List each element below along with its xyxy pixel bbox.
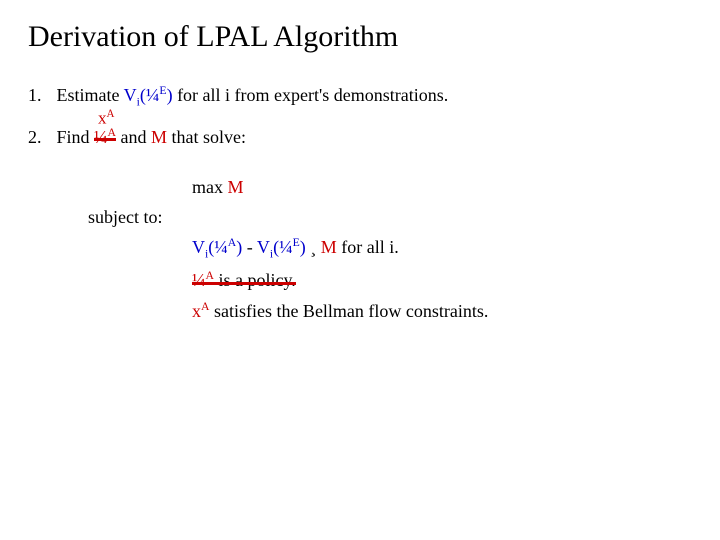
step-2-and: and [116, 127, 151, 147]
subject-to: subject to: [88, 204, 692, 230]
xA-A: A [107, 108, 115, 120]
optimization-block: max M subject to: Vi(¼A) - Vi(¼E) ¸ M fo… [88, 174, 692, 324]
step-1: 1. Estimate Vi(¼E) for all i from expert… [28, 82, 692, 112]
c1-piE-E: E [293, 236, 300, 249]
slide: Derivation of LPAL Algorithm 1. Estimate… [0, 0, 720, 348]
step-2: xA 2. Find ¼A and M that solve: [28, 124, 692, 150]
body: 1. Estimate Vi(¼E) for all i from expert… [28, 82, 692, 324]
M-var: M [151, 127, 167, 147]
step-2-num: 2. [28, 124, 52, 150]
c2-piA-A: A [206, 269, 214, 282]
strike-piA: ¼A [94, 124, 116, 150]
c1-minus: - [242, 237, 257, 257]
piA-term: ¼A [94, 127, 116, 147]
step-1-num: 1. [28, 82, 52, 108]
c1-V2: V [257, 237, 270, 257]
Vi-piA: Vi(¼A) [192, 237, 242, 257]
constraint-1: Vi(¼A) - Vi(¼E) ¸ M for all i. [192, 234, 692, 264]
piA-A: A [108, 126, 116, 139]
step-2-pre: Find [57, 127, 95, 147]
obj-M: M [228, 177, 244, 197]
step-2-post: that solve: [167, 127, 246, 147]
pi-E: ¼ [146, 85, 160, 105]
V-letter: V [124, 85, 137, 105]
page-title: Derivation of LPAL Algorithm [28, 20, 692, 54]
pi-E-sup: E [159, 84, 166, 97]
c3-xA-x: x [192, 301, 201, 321]
constraints: Vi(¼A) - Vi(¼E) ¸ M for all i. ¼A is a p… [192, 234, 692, 324]
c1-forall: for all i. [337, 237, 399, 257]
step-1-post: for all i from expert's demonstrations. [173, 85, 449, 105]
constraint-2: ¼A is a policy. [192, 267, 692, 293]
c3-xA: xA [192, 301, 209, 321]
c2-piA: ¼A [192, 270, 214, 290]
c3-rest: satisfies the Bellman flow constraints. [209, 301, 488, 321]
constraint-3: xA satisfies the Bellman flow constraint… [192, 298, 692, 324]
objective: max M [192, 174, 692, 200]
c2-piA-pi: ¼ [192, 270, 206, 290]
c1-piE-pi: ¼ [279, 237, 293, 257]
piA-pi: ¼ [94, 127, 108, 147]
c1-geq: ¸ [306, 237, 321, 257]
c1-V1: V [192, 237, 205, 257]
strike-policy-line: ¼A is a policy. [192, 267, 296, 293]
max-kw: max [192, 177, 228, 197]
V-piE: Vi(¼E) [124, 85, 173, 105]
Vi-piE: Vi(¼E) [257, 237, 306, 257]
step-1-pre: Estimate [57, 85, 124, 105]
c1-piA-A: A [228, 236, 236, 249]
c1-M: M [321, 237, 337, 257]
c2-rest: is a policy. [214, 270, 296, 290]
c1-piA-pi: ¼ [214, 237, 228, 257]
